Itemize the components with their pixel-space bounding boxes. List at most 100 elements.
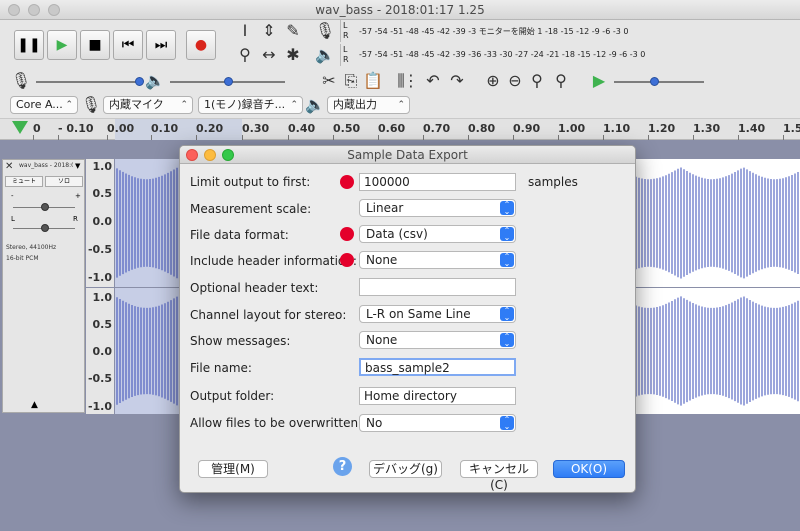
record-meter[interactable]: L R -57 -54 -51 -48 -45 -42 -39 -3 モニターを…: [340, 20, 800, 42]
select-stepper-icon: ⌃ ⌄: [500, 201, 514, 216]
select-stepper-icon: ⌃ ⌄: [500, 333, 514, 348]
track-bit-depth: 16-bit PCM: [6, 255, 39, 262]
solo-button[interactable]: ソロ: [45, 176, 83, 187]
debug-button[interactable]: デバッグ(g): [369, 460, 442, 478]
allow-overwrite-label: Allow files to be overwritten:: [190, 416, 363, 430]
track-menu-chevron-icon[interactable]: ▼: [75, 162, 80, 170]
scale-label: -0.5: [87, 243, 112, 256]
record-icon: ●: [194, 37, 208, 53]
playback-meter[interactable]: L R -57 -54 -51 -48 -45 -42 -39 -36 -33 …: [340, 44, 800, 66]
measurement-scale-label: Measurement scale:: [190, 202, 312, 216]
file-name-label: File name:: [190, 361, 252, 375]
redo-icon[interactable]: ↷: [446, 70, 468, 92]
draw-tool-icon[interactable]: ✎: [282, 20, 304, 42]
pan-slider-knob[interactable]: [41, 224, 49, 232]
scale-label: -1.0: [87, 400, 112, 413]
output-folder-input[interactable]: Home directory: [359, 387, 516, 405]
play-speed-knob[interactable]: [650, 77, 659, 86]
ruler-label: 1.10: [603, 122, 631, 135]
output-device-select[interactable]: 内蔵出力 ⌃: [327, 96, 410, 114]
fit-selection-icon[interactable]: ⚲: [526, 70, 548, 92]
gain-slider-knob[interactable]: [41, 203, 49, 211]
multi-tool-icon[interactable]: ✱: [282, 44, 304, 66]
cut-icon[interactable]: ✂: [318, 70, 340, 92]
ruler-label: 0.60: [378, 122, 406, 135]
skip-to-end-button[interactable]: ⏭: [146, 30, 176, 60]
collapse-track-icon[interactable]: ▲: [31, 400, 38, 410]
output-device-value: 内蔵出力: [333, 98, 377, 111]
pan-right-label: R: [73, 215, 78, 223]
ruler-label: 0.90: [513, 122, 541, 135]
scale-label: 0.0: [92, 345, 113, 358]
output-device-speaker-icon: 🔈: [305, 95, 325, 114]
time-shift-tool-icon[interactable]: ↔: [258, 44, 280, 66]
show-messages-select[interactable]: None ⌃ ⌄: [359, 331, 516, 349]
audio-host-select[interactable]: Core A... ⌃: [10, 96, 78, 114]
silence-icon[interactable]: ⋮: [400, 70, 422, 92]
paste-icon[interactable]: 📋: [362, 70, 384, 92]
allow-overwrite-select[interactable]: No ⌃ ⌄: [359, 414, 516, 432]
stop-icon: ■: [88, 37, 102, 53]
close-track-icon[interactable]: ✕: [5, 162, 15, 172]
copy-icon[interactable]: ⎘: [340, 70, 362, 92]
input-volume-knob[interactable]: [135, 77, 144, 86]
input-device-mic-icon: 🎙: [80, 95, 102, 114]
fit-project-icon[interactable]: ⚲: [550, 70, 572, 92]
zoom-out-icon[interactable]: ⊖: [504, 70, 526, 92]
file-name-input[interactable]: bass_sample2: [359, 358, 516, 376]
select-stepper-icon: ⌃ ⌄: [500, 416, 514, 431]
optional-header-label: Optional header text:: [190, 281, 319, 295]
record-button[interactable]: ●: [186, 30, 216, 60]
play-button[interactable]: ▶: [47, 30, 77, 60]
channel-layout-value: L-R on Same Line: [366, 307, 471, 321]
window-titlebar: wav_bass - 2018:01:17 1.25: [0, 0, 800, 20]
play-at-speed-icon[interactable]: ▶: [588, 70, 610, 92]
play-speed-slider[interactable]: [614, 81, 704, 83]
chevron-down-icon: ⌃: [65, 100, 73, 110]
ruler-label: 0.30: [242, 122, 270, 135]
zoom-tool-icon[interactable]: ⚲: [234, 44, 256, 66]
pause-icon: ❚❚: [17, 37, 41, 53]
limit-output-input[interactable]: 100000: [359, 173, 516, 191]
playback-meter-speaker-icon[interactable]: 🔈: [314, 44, 336, 66]
mute-button[interactable]: ミュート: [5, 176, 43, 187]
zoom-in-icon[interactable]: ⊕: [482, 70, 504, 92]
speaker-icon: 🔈: [145, 71, 165, 90]
timeline-ruler[interactable]: 0 - 0.10 0.00 0.10 0.20 0.30 0.40 0.50 0.60 0.70 0…: [0, 118, 800, 141]
mic-icon: 🎙: [10, 71, 32, 90]
stop-button[interactable]: ■: [80, 30, 110, 60]
measurement-scale-select[interactable]: Linear ⌃ ⌄: [359, 199, 516, 217]
track-name[interactable]: wav_bass - 2018:0: [19, 162, 73, 169]
ok-button[interactable]: OK(O): [553, 460, 625, 478]
output-volume-knob[interactable]: [224, 77, 233, 86]
file-data-format-select[interactable]: Data (csv) ⌃ ⌄: [359, 225, 516, 243]
timeline-play-head-icon[interactable]: [12, 121, 28, 134]
selection-tool-icon[interactable]: I: [234, 20, 256, 42]
channel-layout-select[interactable]: L-R on Same Line ⌃ ⌄: [359, 305, 516, 323]
input-device-select[interactable]: 内蔵マイク ⌃: [103, 96, 193, 114]
undo-icon[interactable]: ↶: [422, 70, 444, 92]
cancel-button[interactable]: キャンセル(C): [460, 460, 538, 492]
scale-label: 0.5: [92, 187, 113, 200]
select-stepper-icon: ⌃ ⌄: [500, 307, 514, 322]
ruler-label: 1.20: [648, 122, 676, 135]
output-folder-label: Output folder:: [190, 389, 275, 403]
chevron-down-icon: ⌃: [180, 100, 188, 110]
skip-to-end-icon: ⏭: [154, 37, 168, 53]
help-icon[interactable]: ?: [333, 457, 352, 476]
allow-overwrite-value: No: [366, 416, 383, 430]
manage-button[interactable]: 管理(M): [198, 460, 268, 478]
envelope-tool-icon[interactable]: ⇕: [258, 20, 280, 42]
input-channels-select[interactable]: 1(モノ)録音チ... ⌃: [198, 96, 303, 114]
include-header-select[interactable]: None ⌃ ⌄: [359, 251, 516, 269]
ruler-label: 0.50: [333, 122, 361, 135]
measurement-scale-value: Linear: [366, 201, 404, 215]
show-messages-label: Show messages:: [190, 334, 291, 348]
record-meter-mic-icon[interactable]: 🎙: [314, 20, 336, 42]
scale-label: 0.0: [92, 215, 113, 228]
include-header-label: Include header information:: [190, 254, 357, 268]
skip-to-start-button[interactable]: ⏮: [113, 30, 143, 60]
optional-header-input[interactable]: [359, 278, 516, 296]
input-volume-slider[interactable]: [36, 81, 141, 83]
pause-button[interactable]: ❚❚: [14, 30, 44, 60]
